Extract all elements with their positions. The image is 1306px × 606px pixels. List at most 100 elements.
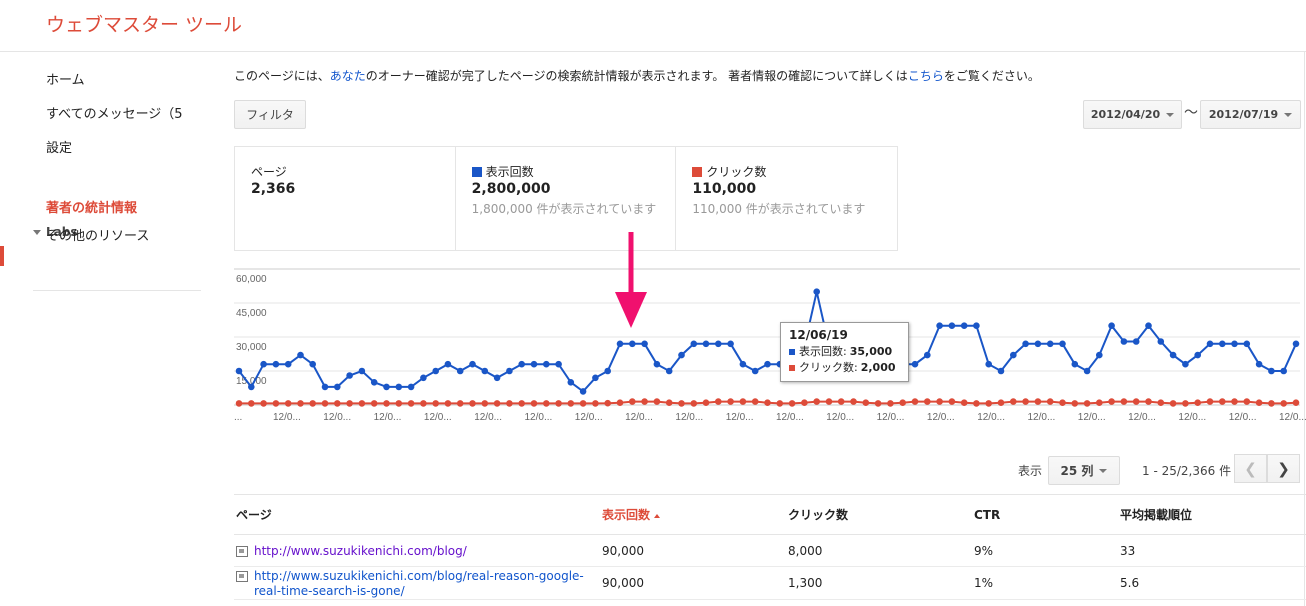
- data-point[interactable]: [837, 398, 845, 405]
- data-point[interactable]: [629, 340, 636, 348]
- data-point[interactable]: [997, 367, 1005, 375]
- data-point[interactable]: [370, 379, 378, 386]
- data-point[interactable]: [1268, 367, 1275, 375]
- data-point[interactable]: [260, 400, 267, 407]
- data-point[interactable]: [616, 399, 624, 406]
- sidebar-item-messages[interactable]: すべてのメッセージ（5: [46, 103, 183, 122]
- end-date-select[interactable]: 2012/07/19: [1200, 100, 1301, 129]
- data-point[interactable]: [334, 400, 341, 407]
- data-point[interactable]: [936, 398, 943, 405]
- data-point[interactable]: [284, 360, 292, 368]
- data-point[interactable]: [1108, 398, 1115, 405]
- next-page-button[interactable]: ❯: [1267, 454, 1300, 483]
- data-point[interactable]: [727, 340, 734, 348]
- data-point[interactable]: [1083, 367, 1091, 375]
- data-point[interactable]: [1096, 351, 1103, 359]
- data-point[interactable]: [248, 383, 255, 391]
- data-point[interactable]: [813, 398, 820, 405]
- data-point[interactable]: [641, 398, 648, 405]
- data-point[interactable]: [543, 400, 550, 407]
- data-point[interactable]: [395, 383, 403, 391]
- data-point[interactable]: [825, 398, 833, 405]
- data-point[interactable]: [1022, 340, 1029, 348]
- data-point[interactable]: [801, 399, 808, 406]
- data-point[interactable]: [678, 400, 685, 407]
- data-point[interactable]: [1120, 338, 1128, 345]
- data-point[interactable]: [444, 360, 452, 368]
- data-point[interactable]: [1292, 399, 1300, 406]
- data-point[interactable]: [407, 400, 415, 407]
- data-point[interactable]: [776, 400, 784, 407]
- data-point[interactable]: [383, 400, 390, 407]
- sidebar-item-home[interactable]: ホーム: [46, 69, 85, 88]
- data-point[interactable]: [321, 383, 329, 391]
- data-point[interactable]: [284, 400, 292, 407]
- data-point[interactable]: [764, 360, 771, 368]
- data-point[interactable]: [592, 374, 599, 382]
- data-point[interactable]: [432, 400, 439, 407]
- data-point[interactable]: [1034, 398, 1042, 405]
- data-point[interactable]: [1169, 400, 1177, 407]
- data-point[interactable]: [567, 400, 575, 407]
- data-point[interactable]: [1132, 338, 1140, 345]
- data-point[interactable]: [1120, 398, 1128, 405]
- data-point[interactable]: [690, 340, 698, 348]
- page-url-link[interactable]: http://www.suzukikenichi.com/blog/real-r…: [254, 569, 598, 599]
- data-point[interactable]: [1059, 399, 1066, 406]
- data-point[interactable]: [715, 340, 722, 348]
- data-point[interactable]: [604, 399, 611, 407]
- data-point[interactable]: [1231, 340, 1238, 348]
- data-point[interactable]: [543, 360, 550, 368]
- sidebar-item-other-resources[interactable]: その他のリソース: [46, 225, 149, 244]
- data-point[interactable]: [1243, 398, 1251, 405]
- data-point[interactable]: [481, 367, 489, 375]
- data-point[interactable]: [1071, 360, 1079, 368]
- data-point[interactable]: [678, 351, 685, 359]
- data-point[interactable]: [297, 351, 304, 359]
- data-point[interactable]: [690, 400, 698, 407]
- data-point[interactable]: [702, 399, 710, 406]
- data-point[interactable]: [567, 379, 575, 386]
- data-point[interactable]: [1280, 400, 1287, 407]
- data-point[interactable]: [1132, 398, 1140, 405]
- data-point[interactable]: [1292, 340, 1300, 348]
- data-point[interactable]: [948, 322, 956, 329]
- data-point[interactable]: [297, 400, 304, 407]
- data-point[interactable]: [407, 383, 415, 391]
- data-point[interactable]: [1206, 340, 1214, 348]
- data-point[interactable]: [702, 340, 710, 348]
- data-point[interactable]: [960, 322, 968, 329]
- stat-clicks[interactable]: クリック数 110,000 110,000 件が表示されています: [676, 147, 897, 250]
- data-point[interactable]: [764, 399, 771, 406]
- learn-more-link[interactable]: こちら: [908, 69, 944, 83]
- data-point[interactable]: [948, 398, 956, 405]
- data-point[interactable]: [604, 367, 611, 375]
- data-point[interactable]: [924, 398, 931, 405]
- col-header-clicks[interactable]: クリック数: [786, 494, 972, 535]
- data-point[interactable]: [444, 400, 452, 407]
- data-point[interactable]: [1194, 399, 1201, 406]
- data-point[interactable]: [1034, 340, 1042, 348]
- data-point[interactable]: [456, 400, 464, 407]
- data-point[interactable]: [1145, 398, 1152, 405]
- data-point[interactable]: [862, 399, 870, 406]
- data-point[interactable]: [653, 360, 661, 368]
- data-point[interactable]: [1182, 360, 1189, 368]
- rows-per-page-select[interactable]: 25 列: [1048, 456, 1120, 485]
- data-point[interactable]: [248, 400, 255, 407]
- data-point[interactable]: [346, 400, 353, 407]
- data-point[interactable]: [1046, 398, 1054, 405]
- data-point[interactable]: [1059, 340, 1066, 348]
- data-point[interactable]: [1231, 398, 1238, 405]
- data-point[interactable]: [1108, 322, 1115, 329]
- data-point[interactable]: [973, 322, 980, 329]
- data-point[interactable]: [665, 367, 673, 375]
- data-point[interactable]: [530, 360, 538, 368]
- data-point[interactable]: [1157, 399, 1165, 406]
- data-point[interactable]: [911, 360, 919, 368]
- data-point[interactable]: [309, 400, 316, 407]
- data-point[interactable]: [518, 360, 525, 368]
- data-point[interactable]: [1255, 399, 1263, 406]
- prev-page-button[interactable]: ❮: [1234, 454, 1267, 483]
- app-title[interactable]: ウェブマスター ツール: [46, 10, 242, 37]
